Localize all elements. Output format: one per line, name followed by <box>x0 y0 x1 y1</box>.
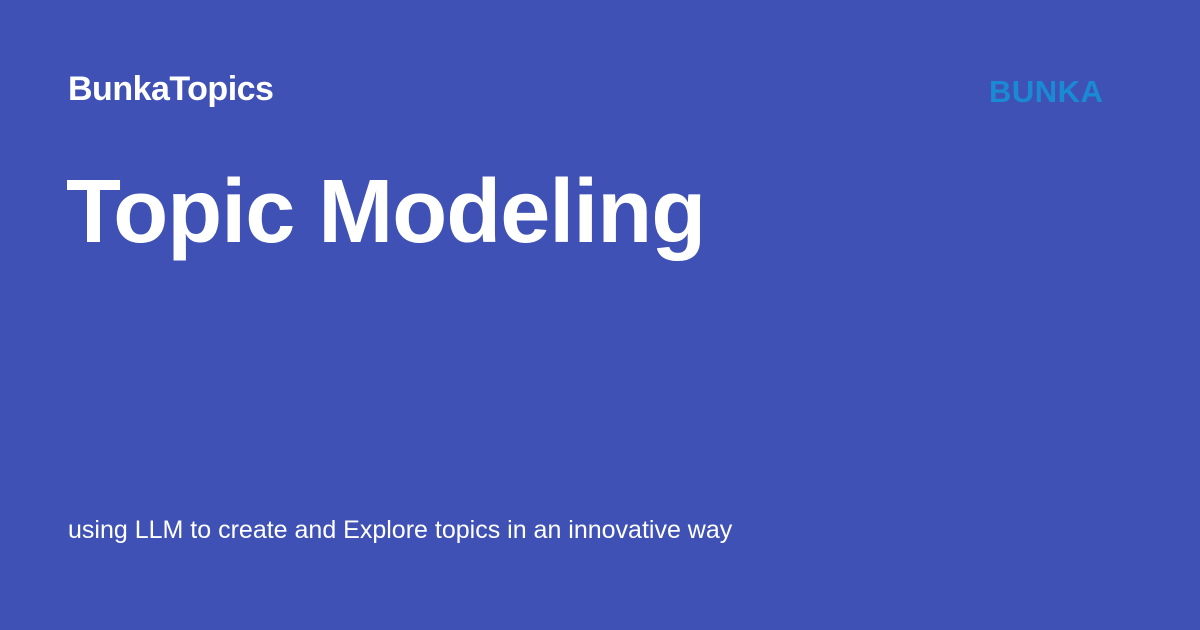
page-subtitle: using LLM to create and Explore topics i… <box>68 516 733 544</box>
social-card: BunkaTopics BUNKA Topic Modeling using L… <box>0 0 1200 630</box>
page-title: Topic Modeling <box>66 162 706 262</box>
site-name: BunkaTopics <box>68 70 274 108</box>
brand-logo: BUNKA <box>989 74 1104 109</box>
